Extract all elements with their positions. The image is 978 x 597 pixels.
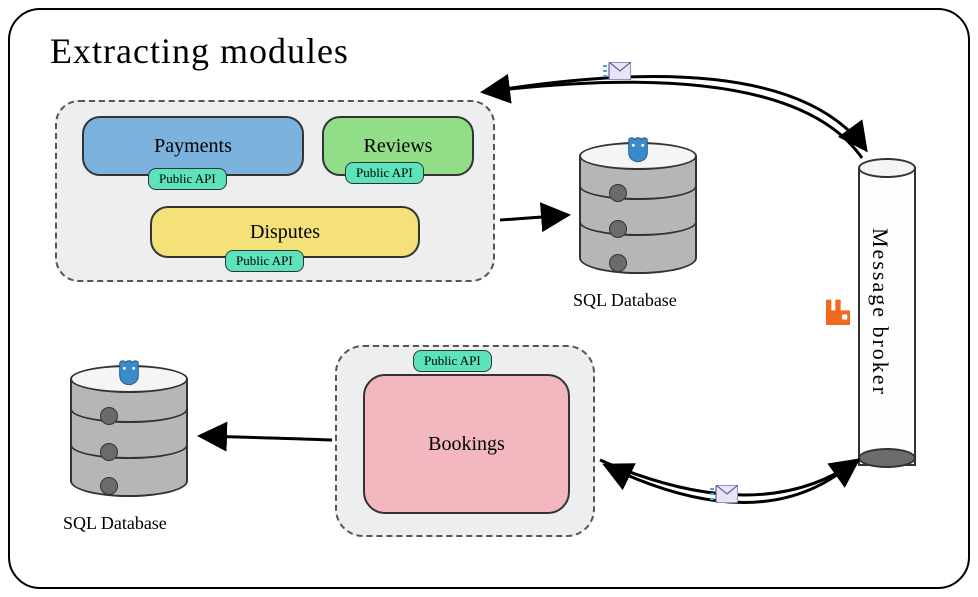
message-broker-label: Message broker	[867, 228, 893, 396]
envelope-icon	[710, 485, 738, 503]
module-payments: Payments	[82, 116, 304, 176]
module-payments-label: Payments	[154, 135, 232, 158]
public-api-payments: Public API	[148, 168, 227, 190]
rabbitmq-icon	[822, 297, 854, 329]
public-api-bookings: Public API	[413, 350, 492, 372]
database-bottom-label: SQL Database	[63, 513, 167, 534]
postgres-icon	[624, 136, 652, 164]
module-bookings-label: Bookings	[428, 433, 505, 456]
module-disputes-label: Disputes	[250, 221, 320, 244]
module-bookings: Bookings	[363, 374, 570, 514]
postgres-icon	[115, 359, 143, 387]
public-api-reviews: Public API	[345, 162, 424, 184]
module-reviews-label: Reviews	[364, 135, 433, 158]
database-top-label: SQL Database	[573, 290, 677, 311]
page-title: Extracting modules	[50, 30, 349, 72]
public-api-disputes: Public API	[225, 250, 304, 272]
envelope-icon	[603, 62, 631, 80]
